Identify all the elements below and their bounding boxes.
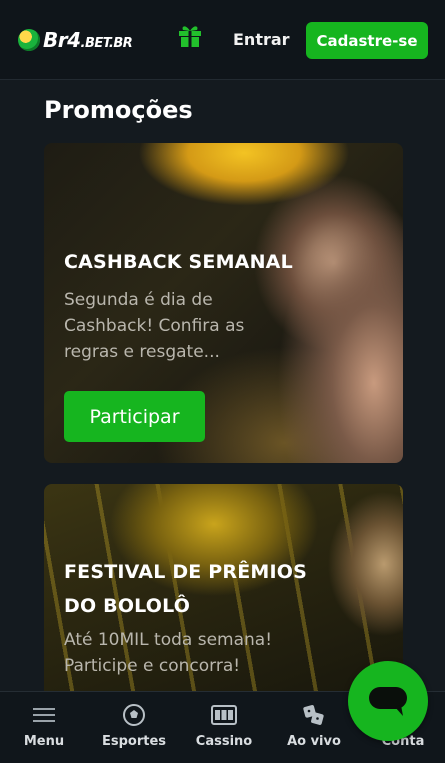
hamburger-icon <box>31 702 57 728</box>
promo-title: FESTIVAL DE PRÊMIOS DO BOLOLÔ <box>64 561 308 617</box>
nav-label: Menu <box>23 734 65 749</box>
slot-machine-icon <box>211 702 237 728</box>
promo-card-cashback[interactable]: CASHBACK SEMANAL Segunda é dia de Cashba… <box>44 143 403 463</box>
promo-description: Segunda é dia de Cashback! Confira as re… <box>64 290 245 362</box>
participate-button[interactable]: Participar <box>64 391 205 442</box>
nav-item-menu[interactable]: Menu <box>4 702 84 749</box>
chat-bubble-icon <box>369 687 407 716</box>
top-header: Br4.BET.BR Entrar Cadastre-se <box>0 0 445 80</box>
nav-item-cassino[interactable]: Cassino <box>184 702 264 749</box>
logo-text: Br4.BET.BR <box>43 28 133 52</box>
brand-logo[interactable]: Br4.BET.BR <box>18 28 133 52</box>
nav-label: Cassino <box>195 734 253 749</box>
gift-icon[interactable] <box>176 21 204 49</box>
page-title: Promoções <box>44 96 193 125</box>
logo-ball-icon <box>18 29 40 51</box>
signup-button[interactable]: Cadastre-se <box>306 22 428 59</box>
chat-button[interactable] <box>348 661 428 741</box>
nav-label: Esportes <box>101 734 167 749</box>
promo-title: CASHBACK SEMANAL <box>64 251 293 273</box>
promo-description: Até 10MIL toda semana! Participe e conco… <box>64 630 273 676</box>
nav-item-esportes[interactable]: Esportes <box>94 702 174 749</box>
dice-icon <box>301 702 327 728</box>
nav-item-ao-vivo[interactable]: Ao vivo <box>274 702 354 749</box>
promo-card-festival[interactable]: FESTIVAL DE PRÊMIOS DO BOLOLÔ Até 10MIL … <box>44 484 403 704</box>
soccer-ball-icon <box>121 702 147 728</box>
nav-label: Ao vivo <box>287 734 341 749</box>
login-link[interactable]: Entrar <box>233 30 290 49</box>
